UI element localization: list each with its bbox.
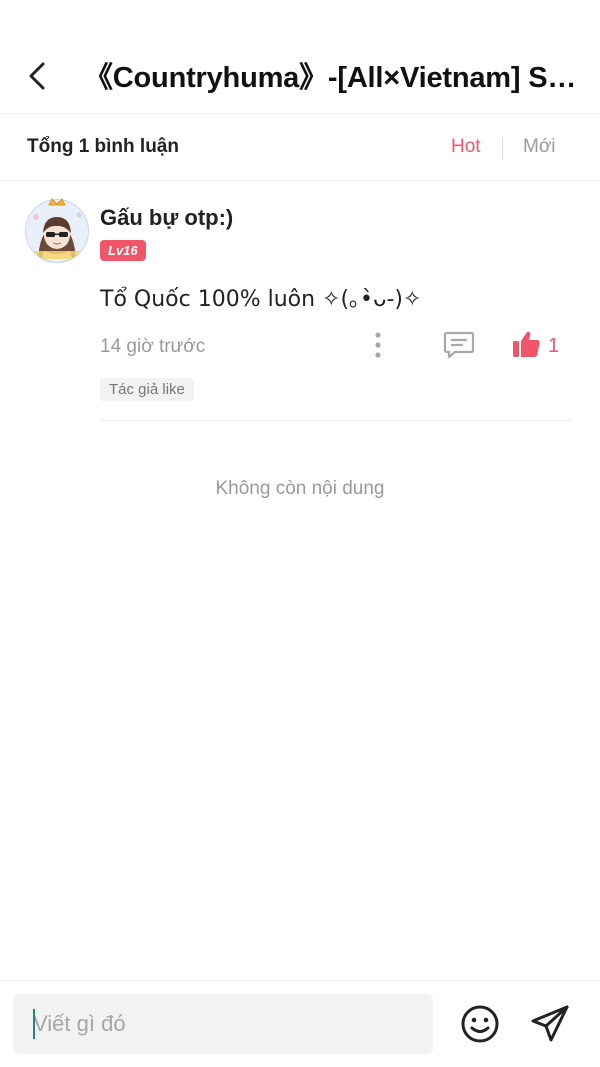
reply-button[interactable] [443, 330, 475, 360]
level-badge: Lv16 [100, 240, 146, 261]
page-title: 《Countryhuma》-[All×Vietnam] Sau... [84, 62, 580, 94]
sort-bar: Tổng 1 bình luận Hot Mới [0, 114, 600, 181]
top-bar: 《Countryhuma》-[All×Vietnam] Sau... [0, 0, 600, 114]
comment-divider [100, 420, 572, 421]
author-liked-badge: Tác giả like [100, 378, 194, 401]
comment-icon [443, 331, 475, 359]
no-more-content-label: Không còn nội dung [215, 478, 385, 499]
comment-username[interactable]: Gấu bự otp:) [100, 205, 233, 231]
sort-new-tab[interactable]: Mới [523, 136, 556, 158]
comment-input[interactable] [13, 994, 433, 1054]
like-count: 1 [548, 335, 560, 357]
sort-hot-tab[interactable]: Hot [451, 136, 481, 158]
smiley-icon [461, 1005, 499, 1043]
thumbs-up-icon [513, 331, 540, 357]
send-icon [531, 1005, 569, 1042]
send-button[interactable] [529, 1003, 571, 1045]
text-caret [33, 1009, 35, 1039]
like-button[interactable] [511, 329, 541, 359]
more-vertical-icon [375, 332, 381, 358]
comment-composer [0, 980, 600, 1067]
comment-timestamp: 14 giờ trước [100, 336, 206, 357]
comment-text: Tổ Quốc 100% luôn ✧(｡•̀ᴗ-)✧ [100, 287, 422, 312]
more-options-button[interactable] [366, 331, 390, 359]
chevron-left-icon [29, 62, 45, 90]
back-button[interactable] [22, 58, 52, 94]
comment-total-label: Tổng 1 bình luận [27, 136, 179, 157]
emoji-button[interactable] [459, 1003, 501, 1045]
sort-divider [502, 138, 503, 160]
avatar[interactable] [24, 195, 90, 265]
comment-item: Gấu bự otp:) Lv16 Tổ Quốc 100% luôn ✧(｡•… [0, 181, 600, 421]
